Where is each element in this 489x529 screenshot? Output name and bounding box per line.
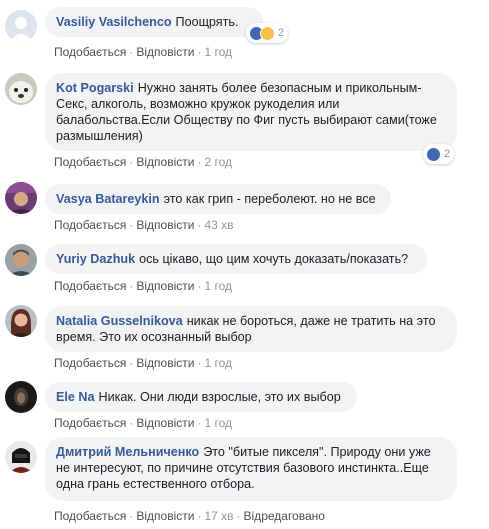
separator-dot: · [197,509,202,523]
reaction-summary[interactable]: 2 [423,144,455,164]
comment-author[interactable]: Ele Na [56,390,95,404]
comment-time[interactable]: 43 хв [204,218,233,232]
avatar[interactable] [5,305,37,337]
person-avatar-icon [5,182,37,214]
separator-dot: · [197,356,202,370]
like-link[interactable]: Подобається [54,509,126,523]
like-link[interactable]: Подобається [54,45,126,59]
separator-dot: · [129,218,134,232]
comment-time[interactable]: 1 год [204,279,232,293]
comment-bubble: Дмитрий Мельниченко Это "битые пикселя". … [45,437,457,501]
comment-author[interactable]: Kot Pogarski [56,81,134,95]
comment-actions: Подобається · Відповісти · 43 хв [54,218,234,232]
white-animal-avatar-icon [5,73,37,105]
edited-link[interactable]: Відредаговано [244,509,325,523]
comment-bubble: Yuriy Dazhuk ось цікаво, що цим хочуть до… [45,244,427,274]
comment-actions: Подобається · Відповісти · 1 год [54,356,232,370]
separator-dot: · [197,218,202,232]
comment-author[interactable]: Vasya Batareykin [56,192,160,206]
comment-author[interactable]: Vasiliy Vasilchenco [56,15,172,29]
comment-text: это как грип - переболеют. но не все [163,192,376,206]
comment-actions: Подобається · Відповісти · 17 хв · Відредагова… [54,509,325,523]
comment-actions: Подобається · Відповісти · 1 год [54,45,232,59]
person-avatar-icon [5,441,37,473]
avatar[interactable] [5,244,37,276]
reply-link[interactable]: Відповісти [136,155,194,169]
separator-dot: · [197,416,202,430]
avatar[interactable] [5,441,37,473]
comment-author[interactable]: Natalia Gusselnikova [56,314,183,328]
default-avatar-icon [5,10,37,42]
reply-link[interactable]: Відповісти [136,218,194,232]
separator-dot: · [129,155,134,169]
comment-text: ось цікаво, що цим хочуть доказать/показ… [139,252,409,266]
comment-actions: Подобається · Відповісти · 1 год [54,279,232,293]
like-reaction-icon [426,146,441,162]
dark-avatar-icon [5,381,37,413]
separator-dot: · [129,356,134,370]
separator-dot: · [129,45,134,59]
wow-reaction-icon [260,25,275,41]
comment-time[interactable]: 1 год [204,416,232,430]
like-link[interactable]: Подобається [54,356,126,370]
separator-dot: · [129,279,134,293]
like-link[interactable]: Подобається [54,155,126,169]
comment-bubble: Natalia Gusselnikova никак не бороться, д… [45,306,457,352]
comment-actions: Подобається · Відповісти · 1 год [54,416,232,430]
avatar[interactable] [5,381,37,413]
like-link[interactable]: Подобається [54,416,126,430]
separator-dot: · [197,155,202,169]
comment-time[interactable]: 17 хв [204,509,233,523]
comment-bubble: Vasiliy Vasilchenco Поощрять. [45,7,263,37]
reply-link[interactable]: Відповісти [136,509,194,523]
separator-dot: · [236,509,241,523]
comment-author[interactable]: Yuriy Dazhuk [56,252,135,266]
comment-bubble: Vasya Batareykin это как грип - переболею… [45,184,391,214]
person-avatar-icon [5,244,37,276]
like-link[interactable]: Подобається [54,218,126,232]
separator-dot: · [129,416,134,430]
separator-dot: · [197,279,202,293]
comment-bubble: Kot Pogarski Нужно занять более безопасны… [45,73,457,151]
separator-dot: · [197,45,202,59]
separator-dot: · [129,509,134,523]
reaction-count: 2 [444,148,451,160]
comment-time[interactable]: 1 год [204,356,232,370]
comment-time[interactable]: 2 год [204,155,232,169]
reaction-summary[interactable]: 2 [246,23,289,43]
reply-link[interactable]: Відповісти [136,416,194,430]
reaction-count: 2 [278,27,285,39]
avatar[interactable] [5,182,37,214]
reply-link[interactable]: Відповісти [136,45,194,59]
like-link[interactable]: Подобається [54,279,126,293]
person-avatar-icon [5,305,37,337]
avatar[interactable] [5,10,37,42]
comment-text: Никак. Они люди взрослые, это их выбор [98,390,341,404]
avatar[interactable] [5,73,37,105]
comment-bubble: Ele Na Никак. Они люди взрослые, это их в… [45,382,357,412]
reply-link[interactable]: Відповісти [136,279,194,293]
comment-time[interactable]: 1 год [204,45,232,59]
comment-text: Поощрять. [175,15,239,29]
reply-link[interactable]: Відповісти [136,356,194,370]
comment-author[interactable]: Дмитрий Мельниченко [56,445,199,459]
comment-actions: Подобається · Відповісти · 2 год [54,155,232,169]
